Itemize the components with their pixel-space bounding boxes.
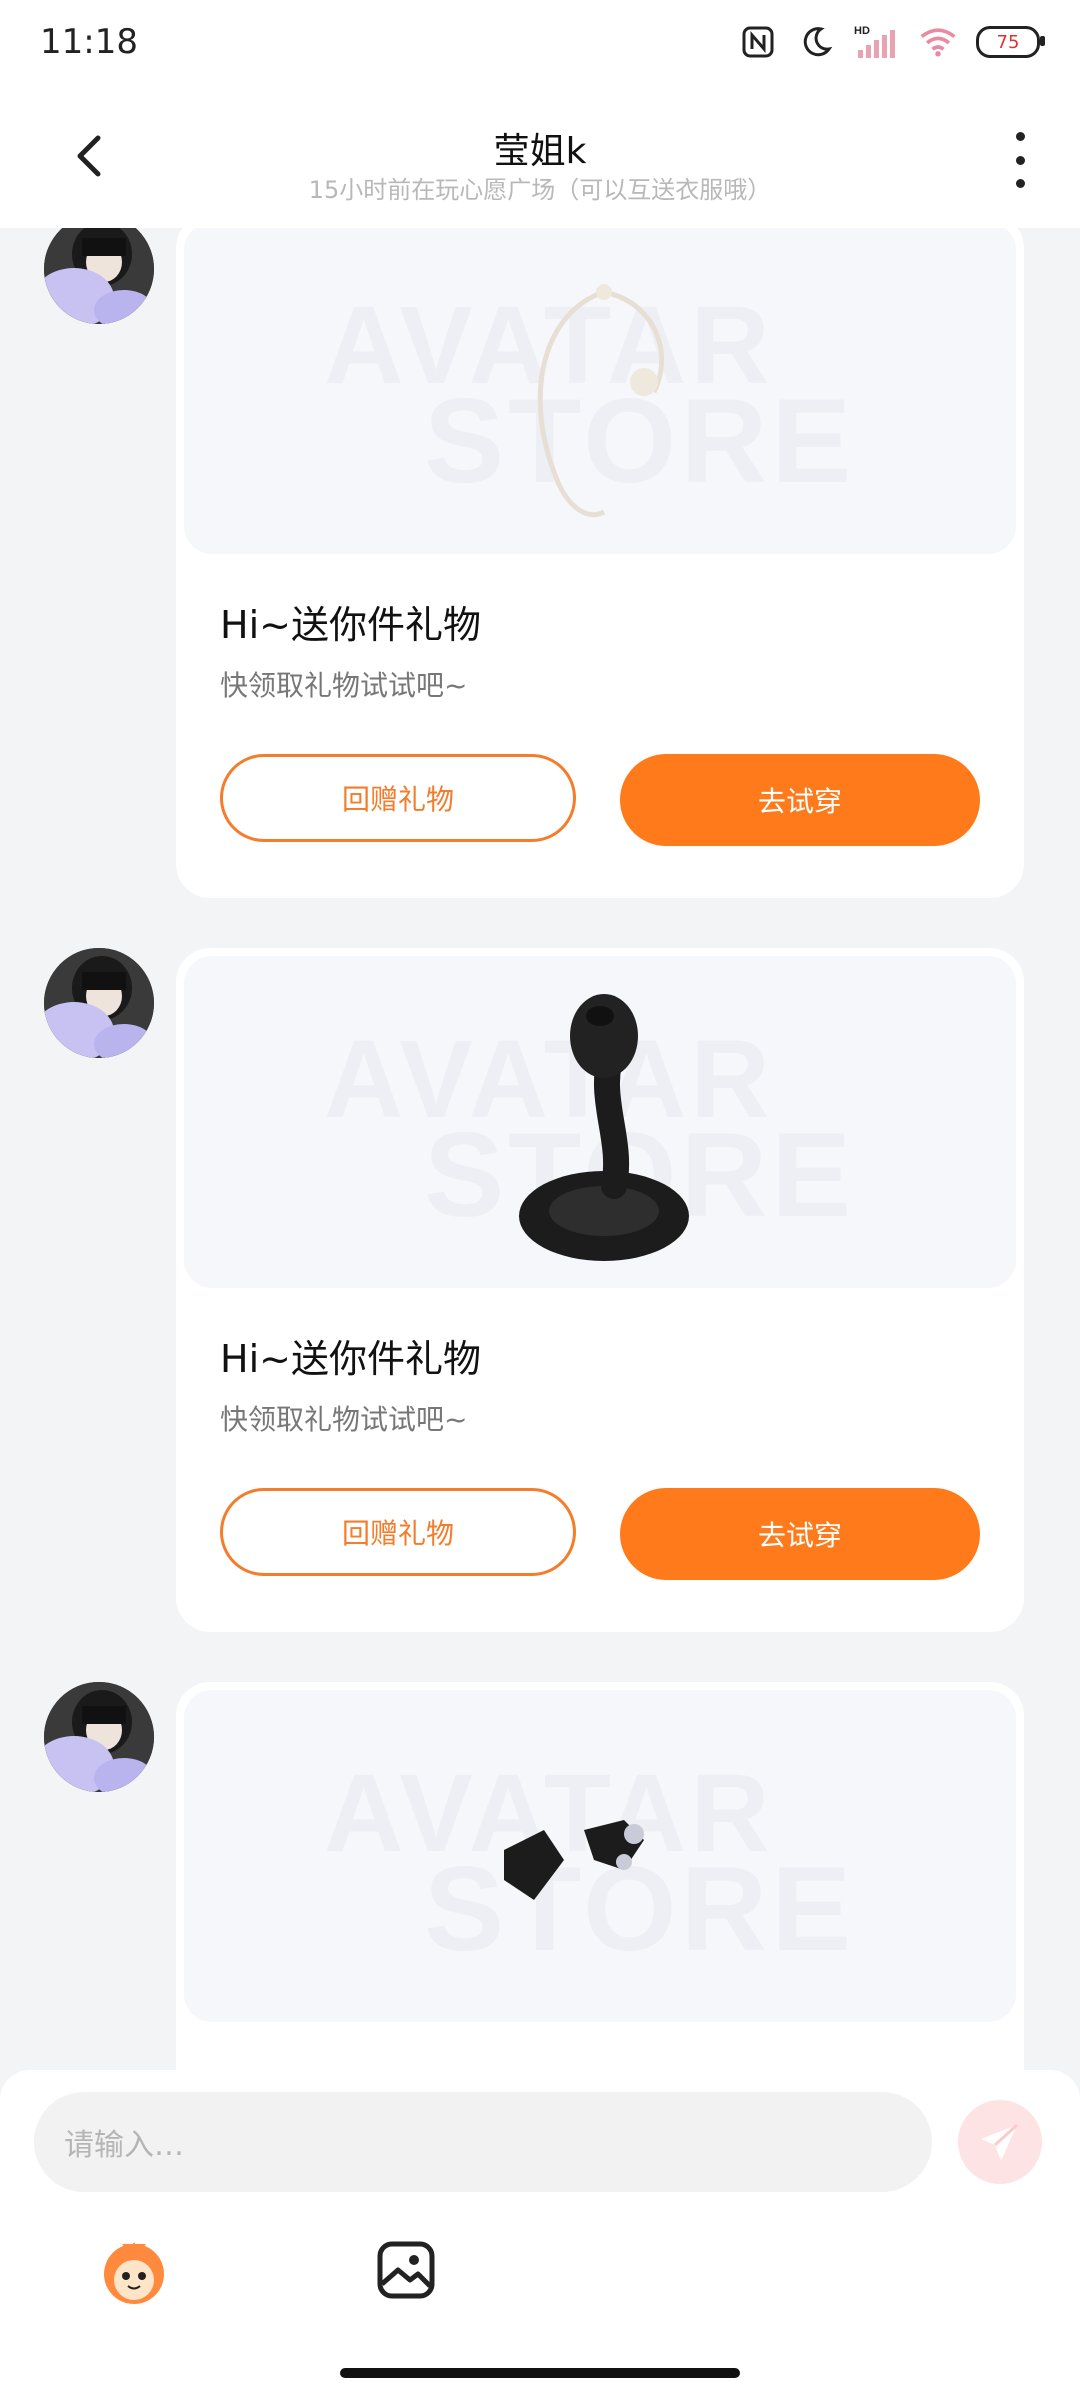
chat-header: 莹姐k 15小时前在玩心愿广场（可以互送衣服哦） — [0, 86, 1080, 228]
dot-icon — [1015, 179, 1025, 188]
chat-title: 莹姐k — [493, 131, 587, 172]
return-gift-button[interactable]: 回赠礼物 — [220, 1488, 576, 1576]
necklace-icon — [537, 284, 665, 518]
try-on-button[interactable]: 去试穿 — [620, 754, 980, 846]
home-indicator[interactable] — [340, 2368, 740, 2378]
send-icon — [981, 2123, 1019, 2161]
sticker-button[interactable] — [94, 2230, 174, 2310]
more-options-button[interactable] — [1008, 132, 1032, 188]
avatar[interactable] — [44, 948, 154, 1058]
status-time: 11:18 — [40, 22, 138, 62]
gift-card: AVATAR STORE Hi~送你件礼物 快领取礼物试试吧~ 回赠礼物 去试穿 — [176, 228, 1024, 898]
gift-card: AVATAR STORE — [176, 1682, 1024, 2070]
gloves-icon — [504, 1820, 644, 1900]
gift-image[interactable]: AVATAR STORE — [184, 228, 1016, 554]
gift-image[interactable]: AVATAR STORE — [184, 956, 1016, 1288]
svg-text:HD: HD — [854, 25, 870, 37]
status-icons: HD 75 — [738, 22, 1045, 62]
send-button[interactable] — [958, 2100, 1042, 2184]
wifi-icon — [918, 22, 958, 62]
nfc-icon — [738, 22, 778, 62]
moon-icon — [796, 22, 836, 62]
cobra-icon — [519, 994, 689, 1261]
input-bar: 请输入… — [0, 2070, 1080, 2400]
gift-card: AVATAR STORE Hi~送你件礼物 快领取礼物试试吧~ 回赠礼物 去试穿 — [176, 948, 1024, 1632]
status-bar: 11:18 HD 75 — [0, 0, 1080, 86]
chat-subtitle: 15小时前在玩心愿广场（可以互送衣服哦） — [308, 176, 772, 204]
gift-image[interactable]: AVATAR STORE — [184, 1690, 1016, 2022]
signal-icon: HD — [854, 22, 900, 62]
battery-icon: 75 — [976, 26, 1045, 58]
gift-title: Hi~送你件礼物 — [220, 603, 481, 647]
gift-title: Hi~送你件礼物 — [220, 1337, 481, 1381]
return-gift-button[interactable]: 回赠礼物 — [220, 754, 576, 842]
try-on-button[interactable]: 去试穿 — [620, 1488, 980, 1580]
image-button[interactable] — [366, 2230, 446, 2310]
avatar[interactable] — [44, 1682, 154, 1792]
gift-subtitle: 快领取礼物试试吧~ — [220, 1403, 468, 1436]
gift-subtitle: 快领取礼物试试吧~ — [220, 669, 468, 702]
input-placeholder: 请输入… — [64, 2128, 184, 2163]
dot-icon — [1015, 155, 1025, 165]
mascot-icon — [104, 2242, 164, 2304]
message-input[interactable]: 请输入… — [34, 2092, 932, 2192]
avatar[interactable] — [44, 228, 154, 324]
battery-level: 75 — [996, 31, 1020, 53]
dot-icon — [1015, 132, 1025, 141]
image-icon — [377, 2241, 435, 2299]
chat-messages[interactable]: AVATAR STORE Hi~送你件礼物 快领取礼物试试吧~ 回赠礼物 去试穿… — [0, 228, 1080, 2070]
